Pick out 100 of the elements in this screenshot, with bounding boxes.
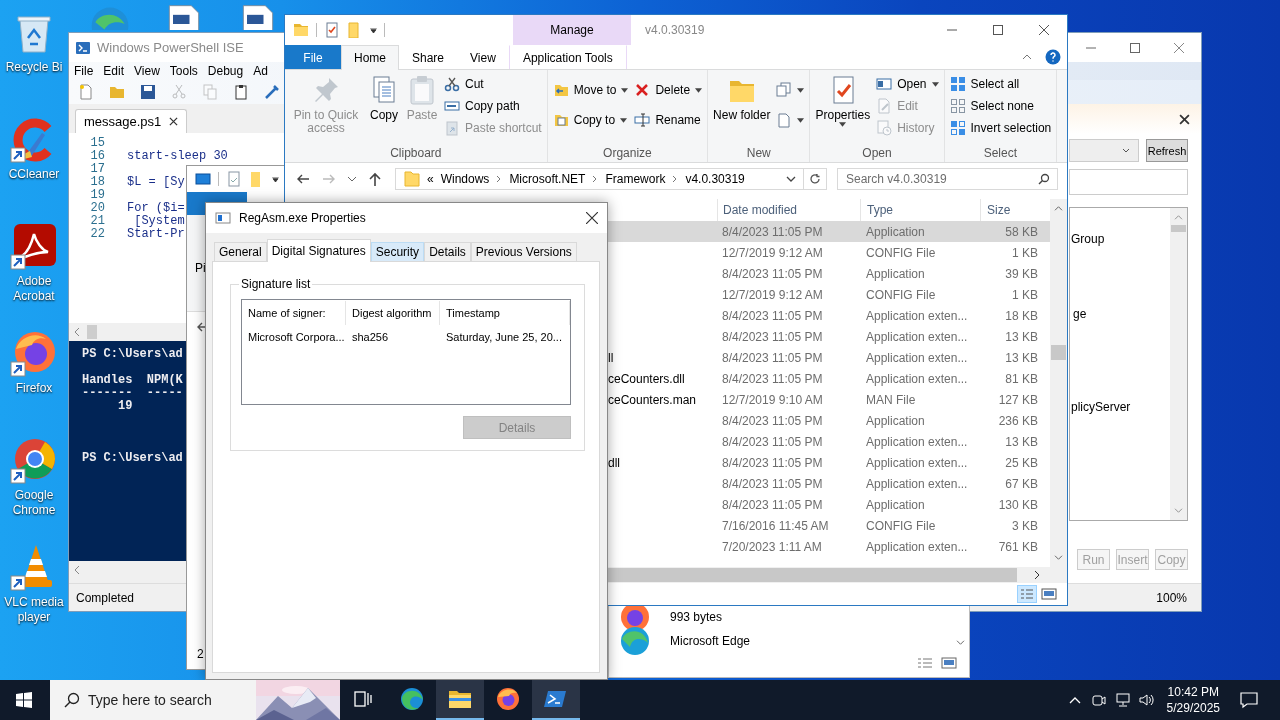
date-cell: 8/4/2023 11:05 PM [722, 371, 823, 386]
search-field[interactable]: Type here to search [50, 680, 256, 720]
save-icon[interactable] [140, 84, 156, 100]
chevron-icon[interactable] [672, 175, 679, 183]
ribbon-tab[interactable]: Share [399, 45, 458, 69]
address-bar[interactable]: « Windows Microsoft.NET Framework v4.0.30319 [395, 168, 827, 190]
notification-icon[interactable] [1240, 691, 1258, 709]
clock[interactable]: 10:42 PM 5/29/2025 [1166, 680, 1220, 720]
ribbon-button[interactable]: Copy path [444, 98, 542, 114]
scroll-down-icon[interactable] [1054, 554, 1063, 561]
command-item[interactable]: plicyServer [1071, 399, 1131, 415]
breadcrumb[interactable]: Framework [605, 172, 666, 186]
menu-item[interactable]: View [134, 64, 160, 78]
menu-item[interactable]: Debug [207, 64, 244, 78]
volume-icon[interactable] [1138, 692, 1155, 708]
ribbon-button[interactable]: Properties [815, 72, 871, 146]
refresh-icon[interactable] [809, 173, 821, 185]
wrench-icon[interactable] [264, 84, 280, 100]
command-item[interactable]: Group [1071, 231, 1105, 247]
ribbon-button[interactable] [776, 112, 805, 128]
scrollbar-thumb[interactable] [1051, 345, 1066, 360]
menu-item[interactable]: Edit [103, 64, 125, 78]
ribbon-button[interactable]: Select all [949, 76, 1052, 92]
ribbon-tab[interactable]: File [285, 45, 341, 69]
command-item[interactable]: ge [1073, 306, 1087, 322]
file-name[interactable]: ceCounters.dll [607, 371, 685, 386]
scrollbar-thumb[interactable] [1171, 225, 1186, 232]
column-header[interactable]: Name of signer: [242, 301, 346, 325]
caret-icon[interactable] [347, 176, 357, 182]
date-cell: 12/7/2019 9:10 AM [722, 392, 823, 407]
large-icons-view-icon[interactable] [1039, 585, 1059, 603]
name-field[interactable] [1069, 169, 1188, 195]
ribbon-button[interactable]: Move to [552, 82, 629, 98]
close-icon[interactable] [1179, 113, 1190, 125]
ribbon-tab[interactable]: Application Tools [508, 45, 627, 69]
scroll-down-icon[interactable] [956, 639, 965, 646]
breadcrumb[interactable]: Microsoft.NET [509, 172, 586, 186]
list-item-text[interactable]: Microsoft Edge [670, 634, 751, 648]
clipboard-icon[interactable] [233, 84, 249, 100]
file-name[interactable]: ceCounters.man [607, 392, 697, 407]
ribbon-button[interactable]: New folder [713, 72, 771, 146]
ribbon-button[interactable]: Select none [949, 98, 1052, 114]
overflow-mark[interactable]: « [427, 172, 434, 186]
caret-icon[interactable] [786, 176, 796, 182]
breadcrumb[interactable]: v4.0.30319 [685, 172, 745, 186]
search-field[interactable]: Search v4.0.30319 [837, 168, 1058, 190]
list-item-text[interactable]: 993 bytes [670, 610, 723, 624]
checked-document-icon[interactable] [226, 171, 242, 187]
scroll-right-icon[interactable] [1033, 570, 1041, 580]
pdf-app-icon[interactable] [10, 222, 58, 270]
file-name[interactable]: dll [607, 455, 620, 470]
ribbon-button[interactable]: Rename [634, 112, 703, 128]
caret-icon[interactable] [370, 27, 377, 33]
column-header[interactable]: Digest algorithm [346, 301, 440, 325]
menu-item[interactable]: File [74, 64, 94, 78]
scrollbar-thumb[interactable] [607, 568, 1017, 582]
scroll-up-icon[interactable] [1054, 205, 1063, 212]
chevron-icon[interactable] [592, 175, 599, 183]
monitor-icon[interactable] [195, 171, 211, 187]
scrollbar-thumb[interactable] [87, 325, 97, 339]
ribbon-tab[interactable]: Home [341, 45, 399, 70]
refresh-button[interactable]: Refresh [1146, 139, 1188, 162]
dialog-tab[interactable]: Security [370, 242, 425, 261]
ribbon-button[interactable]: Copy to [552, 112, 629, 128]
scroll-left-icon[interactable] [73, 565, 81, 575]
clock-date: 5/29/2025 [1166, 700, 1220, 716]
network-icon[interactable] [1114, 692, 1131, 708]
dialog-tab[interactable]: Details [424, 242, 471, 261]
checked-document-icon[interactable] [324, 22, 340, 38]
column-header[interactable]: Timestamp [440, 301, 570, 325]
menu-item[interactable]: Ad [253, 64, 268, 78]
dialog-tab[interactable]: Previous Versions [470, 242, 577, 261]
script-tab[interactable]: message.ps1 [75, 109, 188, 133]
taskbar-button[interactable] [436, 680, 484, 720]
scroll-left-icon[interactable] [73, 327, 81, 337]
dialog-tab[interactable]: General [214, 242, 267, 261]
ribbon-button[interactable]: Cut [444, 76, 542, 92]
breadcrumb[interactable]: Windows [440, 172, 490, 186]
file-name[interactable]: ll [607, 350, 614, 365]
chevron-icon[interactable] [496, 175, 503, 183]
selected-row[interactable]: 8/4/2023 11:05 PM Application 58 KB [607, 221, 1050, 242]
camera-icon[interactable] [1090, 692, 1107, 708]
ribbon-label[interactable]: Pi [195, 261, 206, 275]
help-icon[interactable] [1045, 49, 1061, 65]
close-icon[interactable] [169, 117, 179, 126]
large-icons-view-icon[interactable] [941, 657, 957, 669]
up-arrow-icon[interactable] [367, 171, 383, 187]
taskbar-button[interactable] [532, 680, 580, 720]
dialog-tab[interactable]: Digital Signatures [266, 239, 371, 262]
menu-item[interactable]: Tools [169, 64, 198, 78]
ribbon-button[interactable] [776, 82, 805, 98]
browser-icon[interactable] [10, 329, 58, 377]
ribbon-button[interactable]: Delete [634, 82, 703, 98]
context-tab-label: Manage [550, 23, 594, 37]
ribbon-button[interactable]: Invert selection [949, 120, 1052, 136]
browser-icon[interactable] [10, 436, 58, 484]
ribbon-tab[interactable]: View [457, 45, 509, 69]
ribbon-button[interactable]: Open [876, 76, 939, 92]
ribbon-button[interactable]: Copy [368, 72, 400, 146]
caret-icon[interactable] [272, 176, 279, 182]
